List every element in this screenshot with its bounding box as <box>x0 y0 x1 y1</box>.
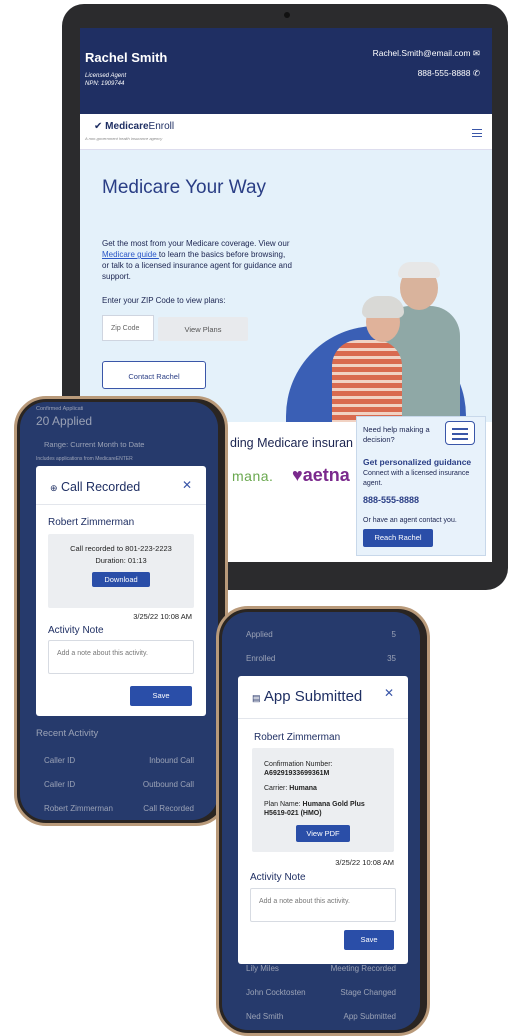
hero-body-1: Get the most from your Medicare coverage… <box>102 239 290 248</box>
trust-heading: ding Medicare insuran <box>230 436 353 450</box>
call-duration: Duration: 01:13 <box>95 556 147 565</box>
zip-label: Enter your ZIP Code to view plans: <box>102 296 226 305</box>
plan-label: Plan Name: <box>264 801 303 808</box>
aetna-logo: ♥aetna <box>292 465 350 485</box>
chat-bubble-icon[interactable] <box>445 421 475 445</box>
document-icon: ▤ <box>252 693 261 703</box>
agent-phone[interactable]: 888-555-8888 ✆ <box>418 68 480 79</box>
camera-dot <box>284 12 290 18</box>
logo-light: Enroll <box>148 121 175 132</box>
humana-logo: mana. <box>232 468 274 484</box>
activity-note-input[interactable]: Add a note about this activity. <box>250 888 396 922</box>
help-subtitle: Connect with a licensed insurance agent. <box>363 470 470 487</box>
plan-name: Plan Name: Humana Gold Plus H5619-021 (H… <box>264 800 388 818</box>
zip-input[interactable]: Zip Code <box>102 315 154 341</box>
agent-email-text: Rachel.Smith@email.com <box>372 48 471 58</box>
confirmation-label: Confirmation Number: <box>264 761 333 768</box>
logo-tagline: A non-government health insurance agency <box>85 136 163 141</box>
modal-title: ▤ App Submitted <box>252 688 362 705</box>
download-button[interactable]: Download <box>92 572 150 587</box>
application-details: Confirmation Number: A69291933699361M Ca… <box>252 748 394 852</box>
agent-npn: NPN: 1909744 <box>85 81 125 87</box>
photo-man-hair <box>398 262 440 278</box>
agent-title: Licensed Agent NPN: 1909744 <box>85 72 126 88</box>
agent-header: Rachel Smith Licensed Agent NPN: 1909744… <box>80 28 492 114</box>
carrier-label: Carrier: <box>264 785 290 792</box>
help-phone[interactable]: 888-555-8888 <box>363 495 419 505</box>
activity-note-title: Activity Note <box>250 872 306 883</box>
modal-title: ⊕ Call Recorded <box>50 480 140 494</box>
hero-title: Medicare Your Way <box>102 177 267 198</box>
call-details: Call recorded to 801-223-2223 Duration: … <box>48 534 194 608</box>
hero-body: Get the most from your Medicare coverage… <box>102 238 292 282</box>
view-plans-button[interactable]: View Plans <box>158 317 248 341</box>
contact-agent-button[interactable]: Contact Rachel <box>102 361 206 389</box>
view-pdf-button[interactable]: View PDF <box>296 825 350 842</box>
agent-title-text: Licensed Agent <box>85 73 127 79</box>
help-or-text: Or have an agent contact you. <box>363 517 457 524</box>
modal-title-text: Call Recorded <box>61 480 141 494</box>
activity-date: 3/25/22 10:08 AM <box>133 612 192 621</box>
mail-icon: ✉ <box>472 48 480 58</box>
app-submitted-modal: ▤ App Submitted ✕ Robert Zimmerman Confi… <box>238 676 408 964</box>
help-title: Get personalized guidance <box>363 457 472 467</box>
reach-agent-button[interactable]: Reach Rachel <box>363 529 433 547</box>
photo-woman-hair <box>362 296 404 318</box>
close-icon[interactable]: ✕ <box>182 478 192 492</box>
phone-screen-right: Applied 5 Enrolled 35 Lily Miles Meeting Re… <box>222 612 420 1030</box>
modal-title-text: App Submitted <box>263 688 363 705</box>
contact-name: Robert Zimmerman <box>48 517 135 528</box>
agent-phone-text: 888-555-8888 <box>417 68 471 78</box>
phone-icon: ✆ <box>472 68 480 78</box>
help-panel: Need help making a decision? Get persona… <box>356 416 486 556</box>
save-button[interactable]: Save <box>344 930 394 950</box>
checkmark-icon: ✔ <box>94 121 103 132</box>
carrier-value: Humana <box>289 785 317 792</box>
activity-date: 3/25/22 10:08 AM <box>335 858 394 867</box>
activity-note-title: Activity Note <box>48 625 104 636</box>
contact-name: Robert Zimmerman <box>254 732 341 743</box>
medicare-guide-link[interactable]: Medicare guide <box>102 250 159 259</box>
site-logo[interactable]: ✔ MedicareEnroll <box>94 121 174 132</box>
phone-screen-left: Confirmed Applicati 20 Applied Range: Cu… <box>20 402 218 820</box>
carrier: Carrier: Humana <box>264 784 317 793</box>
confirmation-number: A69291933699361M <box>264 770 330 777</box>
close-icon[interactable]: ✕ <box>384 686 394 700</box>
call-recorded-modal: ⊕ Call Recorded ✕ Robert Zimmerman Call … <box>36 466 206 716</box>
activity-note-input[interactable]: Add a note about this activity. <box>48 640 194 674</box>
logo-bold: Medicare <box>105 121 149 132</box>
help-question: Need help making a decision? <box>363 425 430 444</box>
modal-divider <box>238 718 408 719</box>
site-nav <box>80 114 492 150</box>
agent-email[interactable]: Rachel.Smith@email.com ✉ <box>373 48 480 59</box>
hamburger-menu-icon[interactable] <box>472 129 482 137</box>
modal-divider <box>36 504 206 505</box>
save-button[interactable]: Save <box>130 686 192 706</box>
call-recorded-to: Call recorded to 801-223-2223 <box>70 544 172 553</box>
record-icon: ⊕ <box>50 483 58 493</box>
agent-name: Rachel Smith <box>85 50 168 65</box>
